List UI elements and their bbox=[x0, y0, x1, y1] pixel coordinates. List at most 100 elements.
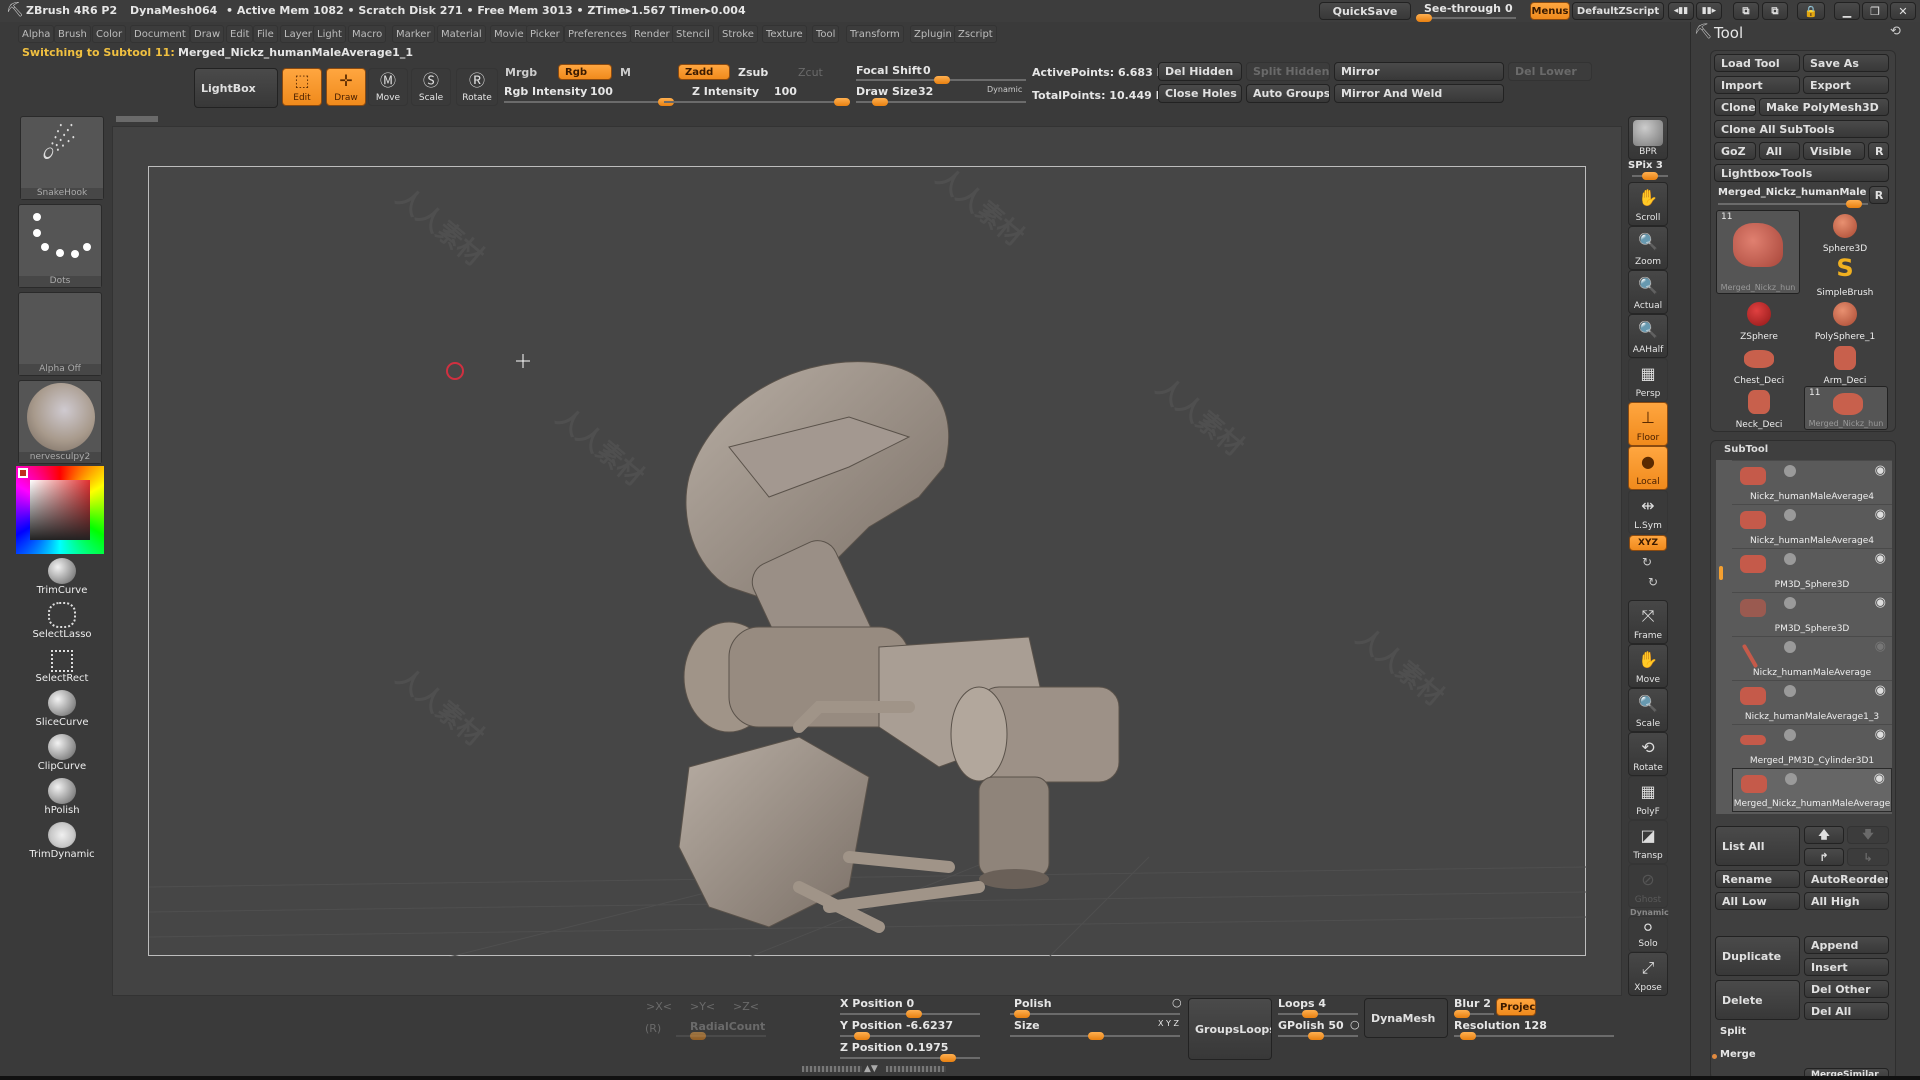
menu-stroke[interactable]: Stroke bbox=[718, 25, 758, 43]
goz-button[interactable]: GoZ bbox=[1714, 142, 1756, 160]
duplicate-button[interactable]: Duplicate bbox=[1715, 936, 1800, 976]
save-as-button[interactable]: Save As bbox=[1803, 54, 1889, 72]
export-button[interactable]: Export bbox=[1803, 76, 1889, 94]
visibility-eye-icon[interactable]: ◉ bbox=[1874, 771, 1885, 786]
bpr-button[interactable]: BPR bbox=[1628, 116, 1668, 160]
quicksave-button[interactable]: QuickSave bbox=[1319, 2, 1411, 20]
main-color-swatch[interactable] bbox=[18, 468, 28, 478]
xyz-rotation-button[interactable]: XYZ bbox=[1629, 535, 1667, 551]
menu-movie[interactable]: Movie bbox=[490, 25, 528, 43]
current-tool-r-button[interactable]: R bbox=[1869, 186, 1889, 204]
menu-zscript[interactable]: Zscript bbox=[954, 25, 997, 43]
rename-button[interactable]: Rename bbox=[1715, 870, 1800, 888]
move-to-bottom-icon[interactable]: ↳ bbox=[1847, 848, 1889, 866]
menu-material[interactable]: Material bbox=[437, 25, 486, 43]
poly-toggle-icon[interactable] bbox=[1784, 641, 1796, 653]
rgb-intensity-slider[interactable] bbox=[504, 98, 674, 106]
move-to-top-icon[interactable]: ↱ bbox=[1804, 848, 1844, 866]
del-hidden-button[interactable]: Del Hidden bbox=[1158, 62, 1242, 81]
symmetry-y-toggle[interactable]: >Y< bbox=[690, 1000, 715, 1013]
visibility-eye-icon[interactable]: ◉ bbox=[1875, 507, 1886, 522]
close-icon[interactable]: ✕ bbox=[1890, 2, 1916, 20]
x-position-slider[interactable] bbox=[840, 1010, 980, 1018]
menu-render[interactable]: Render bbox=[630, 25, 674, 43]
tool-trimdynamic[interactable]: TrimDynamic bbox=[22, 820, 102, 860]
z-intensity-slider[interactable] bbox=[664, 98, 850, 106]
tool-tile-current[interactable]: 11 Merged_Nickz_hun bbox=[1716, 210, 1800, 294]
shrink-ui-icon[interactable]: ◂▮▮ bbox=[1668, 2, 1694, 20]
mirror-button[interactable]: Mirror bbox=[1334, 62, 1504, 81]
z-rotation-icon[interactable]: ↻ bbox=[1648, 575, 1658, 589]
3d-model[interactable] bbox=[149, 167, 1587, 957]
edit-mode-button[interactable]: ⬚ Edit bbox=[282, 68, 322, 106]
move-view-button[interactable]: ✋ Move bbox=[1628, 644, 1668, 688]
make-polymesh3d-button[interactable]: Make PolyMesh3D bbox=[1759, 98, 1889, 116]
delete-button[interactable]: Delete bbox=[1715, 980, 1800, 1020]
poly-toggle-icon[interactable] bbox=[1784, 553, 1796, 565]
y-rotation-icon[interactable]: ↻ bbox=[1642, 555, 1652, 569]
color-saturation-square[interactable] bbox=[30, 480, 90, 540]
menu-marker[interactable]: Marker bbox=[392, 25, 435, 43]
menu-color[interactable]: Color bbox=[92, 25, 127, 43]
menu-zplugin[interactable]: Zplugin bbox=[910, 25, 956, 43]
tool-tile-chest-deci[interactable]: Chest_Deci bbox=[1716, 342, 1802, 386]
symmetry-z-toggle[interactable]: >Z< bbox=[733, 1000, 759, 1013]
loops-slider[interactable] bbox=[1278, 1010, 1358, 1018]
alpha-selector[interactable]: Alpha Off bbox=[18, 292, 102, 376]
tool-selectlasso[interactable]: SelectLasso bbox=[22, 600, 102, 640]
draw-mode-button[interactable]: ✛ Draw bbox=[326, 68, 366, 106]
tool-tile-neck-deci[interactable]: Neck_Deci bbox=[1716, 386, 1802, 430]
draw-size-slider[interactable] bbox=[856, 98, 1026, 106]
zadd-toggle[interactable]: Zadd bbox=[678, 64, 730, 80]
poly-toggle-icon[interactable] bbox=[1784, 597, 1796, 609]
panel-reset-icon[interactable]: ⟲ bbox=[1890, 24, 1901, 39]
persp-button[interactable]: ▦ Persp bbox=[1628, 358, 1668, 402]
z-position-slider[interactable] bbox=[840, 1054, 980, 1062]
rotate-mode-button[interactable]: Ⓡ Rotate bbox=[456, 68, 498, 106]
menu-stencil[interactable]: Stencil bbox=[672, 25, 714, 43]
ghost-button[interactable]: ⊘ Ghost bbox=[1628, 864, 1668, 908]
menu-macro[interactable]: Macro bbox=[348, 25, 387, 43]
tool-clipcurve[interactable]: ClipCurve bbox=[22, 732, 102, 772]
poly-toggle-icon[interactable] bbox=[1784, 465, 1796, 477]
subtool-row[interactable]: ◉ Nickz_humanMaleAverage1_3 bbox=[1732, 680, 1892, 724]
menu-document[interactable]: Document bbox=[130, 25, 190, 43]
project-toggle[interactable]: Projec bbox=[1496, 998, 1536, 1016]
frame-button[interactable]: ⤧ Frame bbox=[1628, 600, 1668, 644]
focal-shift-slider[interactable] bbox=[856, 76, 1026, 84]
blur-slider[interactable] bbox=[1454, 1010, 1494, 1018]
poly-toggle-icon[interactable] bbox=[1784, 685, 1796, 697]
menus-button[interactable]: Menus bbox=[1530, 2, 1570, 20]
autoreorder-button[interactable]: AutoReorder bbox=[1804, 870, 1889, 888]
polish-circle-icon[interactable]: ○ bbox=[1172, 996, 1182, 1009]
clone-all-subtools-button[interactable]: Clone All SubTools bbox=[1714, 120, 1889, 138]
visibility-eye-icon[interactable]: ◉ bbox=[1875, 727, 1886, 742]
solo-button[interactable]: ⚪ Solo bbox=[1628, 916, 1668, 952]
visibility-eye-icon[interactable]: ◉ bbox=[1875, 639, 1886, 654]
menu-layer[interactable]: Layer bbox=[280, 25, 316, 43]
menu-texture[interactable]: Texture bbox=[762, 25, 807, 43]
subtool-list-scrollbar[interactable] bbox=[1719, 566, 1723, 580]
move-mode-button[interactable]: Ⓜ Move bbox=[368, 68, 408, 106]
subtool-row[interactable]: ◉ Nickz_humanMaleAverage bbox=[1732, 636, 1892, 680]
close-holes-button[interactable]: Close Holes bbox=[1158, 84, 1242, 103]
mrgb-toggle[interactable]: Mrgb bbox=[505, 66, 537, 79]
merge-section[interactable]: Merge bbox=[1720, 1049, 1756, 1060]
symmetry-x-toggle[interactable]: >X< bbox=[646, 1000, 672, 1013]
size-slider[interactable] bbox=[1010, 1032, 1180, 1040]
bottom-shelf-resize-handle-right[interactable] bbox=[886, 1066, 946, 1072]
menu-picker[interactable]: Picker bbox=[526, 25, 564, 43]
menu-file[interactable]: File bbox=[253, 25, 278, 43]
menu-edit[interactable]: Edit bbox=[226, 25, 254, 43]
default-zscript-button[interactable]: DefaultZScript bbox=[1572, 2, 1664, 20]
del-all-button[interactable]: Del All bbox=[1804, 1002, 1889, 1020]
scale-mode-button[interactable]: Ⓢ Scale bbox=[411, 68, 451, 106]
local-button[interactable]: ● Local bbox=[1628, 446, 1668, 490]
dynamic-toggle[interactable]: Dynamic bbox=[987, 85, 1022, 94]
tool-slider[interactable] bbox=[1718, 200, 1868, 208]
goz-r-button[interactable]: R bbox=[1868, 142, 1889, 160]
subtool-row[interactable]: ◉ Nickz_humanMaleAverage4 bbox=[1732, 504, 1892, 548]
menu-brush[interactable]: Brush bbox=[54, 25, 91, 43]
dynamesh-button[interactable]: DynaMesh bbox=[1364, 998, 1448, 1038]
scale-view-button[interactable]: 🔍 Scale bbox=[1628, 688, 1668, 732]
